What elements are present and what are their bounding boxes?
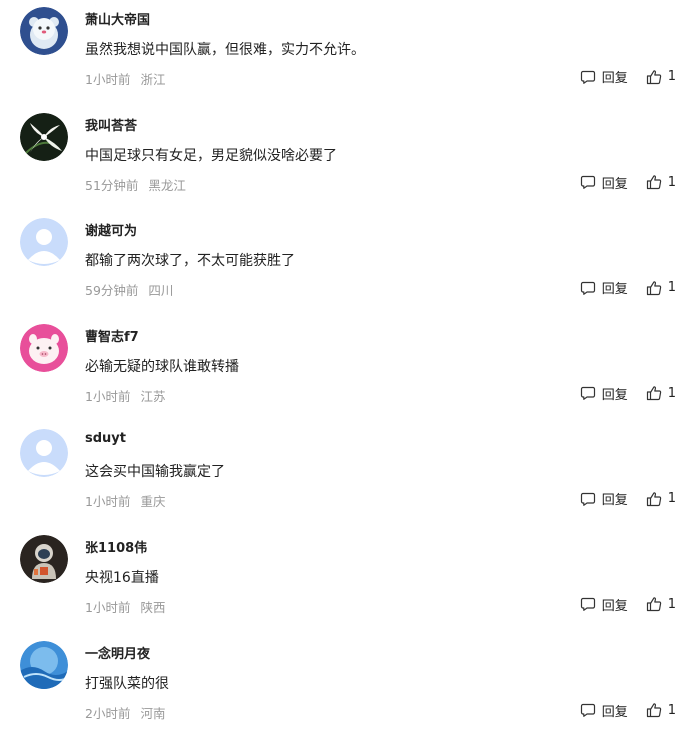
reply-button[interactable]: 回复 bbox=[580, 595, 628, 614]
timestamp: 1小时前 bbox=[85, 599, 131, 615]
thumbs-up-icon bbox=[646, 69, 661, 84]
reply-label: 回复 bbox=[601, 387, 628, 403]
comment-item: 我叫荅荅 中国足球只有女足，男足貌似没啥必要了 51分钟前 黑龙江 回复 1 bbox=[0, 106, 692, 212]
timestamp: 1小时前 bbox=[85, 388, 131, 404]
like-count: 1 bbox=[667, 491, 676, 507]
thumbs-up-icon bbox=[646, 281, 661, 295]
location: 陕西 bbox=[140, 599, 166, 615]
username[interactable]: 谢越可为 bbox=[85, 220, 137, 239]
comment-bubble-icon bbox=[580, 70, 595, 84]
comment-actions: 回复 1 bbox=[580, 173, 676, 192]
username[interactable]: 曹智志f7 bbox=[85, 326, 139, 345]
comment-actions: 回复 1 bbox=[580, 384, 676, 403]
reply-button[interactable]: 回复 bbox=[580, 701, 628, 720]
like-count: 1 bbox=[667, 596, 676, 612]
timestamp: 1小时前 bbox=[85, 72, 131, 87]
thumbs-up-icon bbox=[646, 492, 661, 506]
timestamp: 59分钟前 bbox=[85, 283, 139, 299]
thumbs-up-icon bbox=[646, 386, 661, 401]
like-count: 1 bbox=[667, 280, 676, 296]
username[interactable]: 萧山大帝国 bbox=[85, 9, 150, 28]
reply-button[interactable]: 回复 bbox=[580, 489, 628, 508]
username[interactable]: 一念明月夜 bbox=[85, 643, 150, 662]
reply-label: 回复 bbox=[601, 176, 628, 192]
comment-actions: 回复 1 bbox=[580, 67, 676, 86]
blue-ocean-avatar[interactable] bbox=[20, 640, 68, 689]
cartoon-bear-avatar[interactable] bbox=[20, 7, 68, 55]
timestamp: 51分钟前 bbox=[85, 177, 139, 193]
comment-text: 都输了两次球了，不太可能获胜了 bbox=[85, 253, 295, 270]
comment-item: 一念明月夜 打强队菜的很 2小时前 河南 回复 1 bbox=[0, 634, 692, 740]
username[interactable]: 我叫荅荅 bbox=[85, 115, 137, 134]
comment-text: 中国足球只有女足，男足貌似没啥必要了 bbox=[85, 147, 337, 164]
reply-label: 回复 bbox=[601, 493, 628, 509]
reply-button[interactable]: 回复 bbox=[580, 278, 628, 297]
location: 黑龙江 bbox=[148, 177, 186, 193]
timestamp: 2小时前 bbox=[85, 705, 131, 721]
comment-actions: 回复 1 bbox=[580, 278, 676, 297]
location: 四川 bbox=[148, 283, 174, 299]
comment-item: 张1108伟 央视16直播 1小时前 陕西 回复 1 bbox=[0, 528, 692, 634]
comment-actions: 回复 1 bbox=[580, 701, 676, 720]
thumbs-up-icon bbox=[646, 703, 661, 718]
comment-text: 虽然我想说中国队赢，但很难，实力不允许。 bbox=[85, 42, 365, 58]
username[interactable]: 张1108伟 bbox=[85, 537, 147, 556]
comment-item: 萧山大帝国 虽然我想说中国队赢，但很难，实力不允许。 1小时前 浙江 回复 1 bbox=[0, 0, 692, 106]
comment-bubble-icon bbox=[580, 175, 595, 189]
comment-bubble-icon bbox=[580, 387, 595, 401]
like-button[interactable]: 1 bbox=[646, 385, 676, 401]
like-button[interactable]: 1 bbox=[646, 702, 676, 718]
like-count: 1 bbox=[667, 174, 676, 190]
username[interactable]: sduyt bbox=[85, 431, 126, 446]
location: 江苏 bbox=[140, 388, 166, 404]
like-button[interactable]: 1 bbox=[646, 280, 676, 296]
location: 重庆 bbox=[140, 494, 166, 510]
comment-text: 这会买中国输我赢定了 bbox=[85, 464, 225, 481]
comment-bubble-icon bbox=[580, 703, 595, 717]
like-button[interactable]: 1 bbox=[646, 596, 676, 612]
thumbs-up-icon bbox=[646, 175, 661, 190]
timestamp: 1小时前 bbox=[85, 494, 131, 510]
comment-bubble-icon bbox=[580, 281, 595, 295]
comment-meta: 1小时前 浙江 bbox=[85, 69, 165, 88]
comment-text: 必输无疑的球队谁敢转播 bbox=[85, 358, 239, 375]
comment-meta: 1小时前 江苏 bbox=[85, 386, 165, 405]
comment-bubble-icon bbox=[580, 598, 595, 612]
comment-meta: 51分钟前 黑龙江 bbox=[85, 175, 186, 194]
comment-meta: 59分钟前 四川 bbox=[85, 280, 173, 299]
cartoon-pig-avatar[interactable] bbox=[20, 323, 68, 372]
comment-item: 曹智志f7 必输无疑的球队谁敢转播 1小时前 江苏 回复 1 bbox=[0, 317, 692, 423]
reply-label: 回复 bbox=[601, 71, 628, 86]
like-count: 1 bbox=[667, 385, 676, 401]
reply-button[interactable]: 回复 bbox=[580, 67, 628, 86]
comment-text: 打强队菜的很 bbox=[85, 675, 169, 692]
like-count: 1 bbox=[667, 69, 676, 84]
comment-meta: 1小时前 陕西 bbox=[85, 597, 165, 616]
comment-meta: 1小时前 重庆 bbox=[85, 491, 165, 510]
comment-list: 萧山大帝国 虽然我想说中国队赢，但很难，实力不允许。 1小时前浙江 回复 1 bbox=[0, 0, 692, 739]
reply-button[interactable]: 回复 bbox=[580, 384, 628, 403]
comment-text: 央视16直播 bbox=[85, 569, 159, 586]
comment-item: sduyt 这会买中国输我赢定了 1小时前 重庆 回复 1 bbox=[0, 422, 692, 528]
like-button[interactable]: 1 bbox=[646, 491, 676, 507]
comment-item: 谢越可为 都输了两次球了，不太可能获胜了 59分钟前 四川 回复 1 bbox=[0, 211, 692, 317]
location: 浙江 bbox=[140, 72, 166, 87]
reply-button[interactable]: 回复 bbox=[580, 173, 628, 192]
comment-meta: 2小时前 河南 bbox=[85, 703, 165, 722]
default-user-avatar[interactable] bbox=[20, 218, 68, 267]
thumbs-up-icon bbox=[646, 597, 661, 612]
comment-actions: 回复 1 bbox=[580, 489, 676, 508]
default-user-avatar[interactable] bbox=[20, 429, 68, 478]
comment-actions: 回复 1 bbox=[580, 595, 676, 614]
like-button[interactable]: 1 bbox=[646, 174, 676, 190]
reply-label: 回复 bbox=[601, 282, 628, 298]
reply-label: 回复 bbox=[601, 598, 628, 614]
reply-label: 回复 bbox=[601, 704, 628, 720]
comment-bubble-icon bbox=[580, 492, 595, 506]
location: 河南 bbox=[140, 705, 166, 721]
white-flower-avatar[interactable] bbox=[20, 112, 68, 161]
astronaut-avatar[interactable] bbox=[20, 534, 68, 583]
like-button[interactable]: 1 bbox=[646, 69, 676, 85]
like-count: 1 bbox=[667, 702, 676, 718]
